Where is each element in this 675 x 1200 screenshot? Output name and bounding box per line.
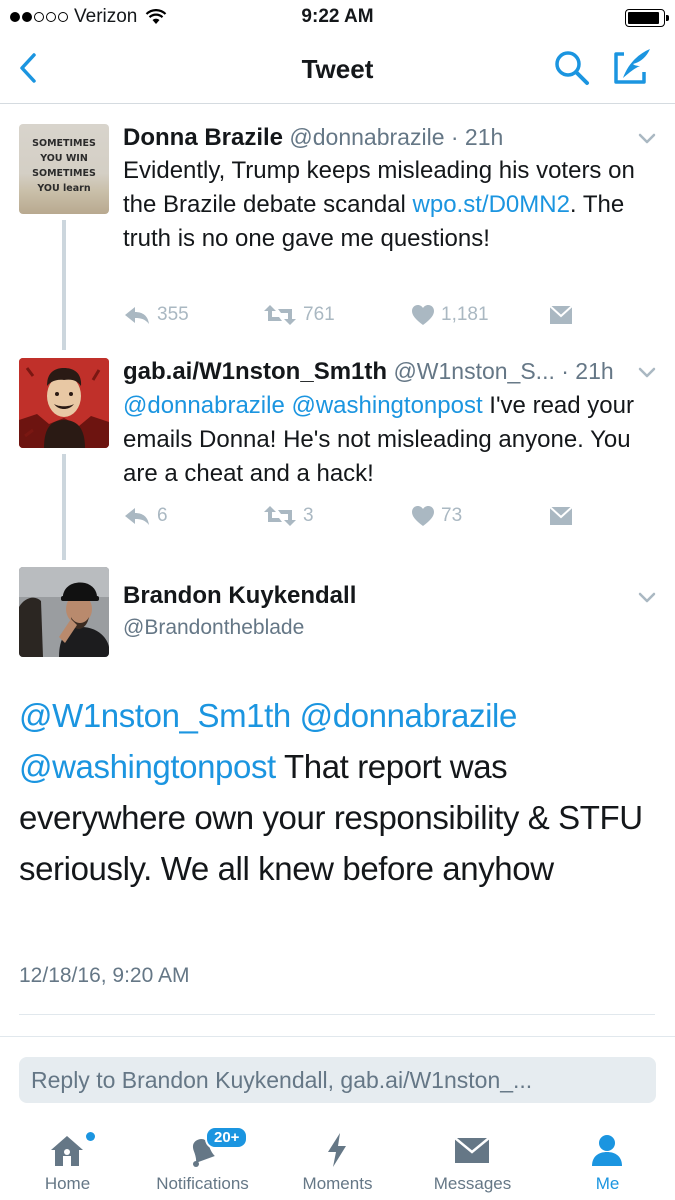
tab-bar: Home 20+ Notifications Moments Messages … (0, 1118, 675, 1200)
retweet-button[interactable]: 761 (263, 304, 335, 326)
thread-tweet[interactable]: gab.ai/W1nston_Sm1th @W1nston_S... · 21h… (0, 358, 675, 560)
tweet-text: @donnabrazile @washingtonpost I've read … (123, 389, 643, 491)
tab-notifications[interactable]: 20+ Notifications (135, 1118, 270, 1200)
tweet-text: Evidently, Trump keeps misleading his vo… (123, 154, 643, 256)
reply-button[interactable]: 6 (123, 505, 168, 527)
thread-connector (62, 454, 66, 560)
divider (19, 1014, 655, 1015)
chevron-down-icon[interactable] (637, 366, 657, 380)
chevron-down-icon[interactable] (637, 591, 657, 605)
tweet-link[interactable]: wpo.st/D0MN2 (413, 191, 570, 218)
heart-icon (412, 305, 434, 325)
person-icon (592, 1135, 622, 1166)
avatar-text: SOMETIMES (32, 168, 96, 179)
heart-icon (412, 506, 434, 526)
reply-input[interactable]: Reply to Brandon Kuykendall, gab.ai/W1ns… (19, 1057, 656, 1103)
author-handle[interactable]: @donnabrazile (289, 124, 444, 150)
envelope-icon (549, 506, 573, 525)
status-time: 9:22 AM (301, 6, 374, 27)
search-icon[interactable] (552, 48, 592, 88)
thread-connector (62, 220, 66, 350)
avatar-text: SOMETIMES (32, 138, 96, 149)
tab-messages[interactable]: Messages (405, 1118, 540, 1200)
tweet-time: · 21h (450, 124, 504, 150)
home-icon (51, 1136, 83, 1166)
envelope-icon (454, 1137, 490, 1163)
reply-button[interactable]: 355 (123, 304, 189, 326)
mention-link[interactable]: @washingtonpost (291, 392, 482, 419)
retweet-icon (264, 305, 296, 325)
battery-icon (625, 9, 669, 27)
author-name[interactable]: Donna Brazile (123, 124, 283, 151)
mention-link[interactable]: @donnabrazile (300, 697, 518, 734)
mention-link[interactable]: @W1nston_Sm1th (19, 697, 291, 734)
avatar[interactable]: SOMETIMES YOU WIN SOMETIMES YOU learn (19, 124, 109, 214)
lightning-icon (328, 1133, 346, 1167)
tweet-header: Donna Brazile @donnabrazile · 21h (123, 124, 503, 152)
reply-icon (125, 508, 149, 525)
avatar[interactable] (19, 567, 109, 657)
envelope-icon (549, 305, 573, 324)
retweet-count: 761 (303, 304, 335, 325)
author-handle[interactable]: @W1nston_S... (393, 358, 554, 384)
like-button[interactable]: 73 (411, 505, 462, 527)
like-count: 73 (441, 505, 463, 526)
like-button[interactable]: 1,181 (411, 304, 489, 326)
tab-label: Moments (302, 1174, 373, 1193)
mention-link[interactable]: @washingtonpost (19, 748, 276, 785)
reply-count: 355 (157, 304, 189, 325)
tab-moments[interactable]: Moments (270, 1118, 405, 1200)
mention-link[interactable]: @donnabrazile (123, 392, 285, 419)
unread-dot (86, 1132, 95, 1141)
tab-me[interactable]: Me (540, 1118, 675, 1200)
direct-message-button[interactable] (549, 505, 579, 527)
author-name[interactable]: gab.ai/W1nston_Sm1th (123, 358, 387, 385)
avatar-text: YOU WIN (40, 153, 88, 164)
tab-label: Notifications (156, 1174, 249, 1193)
notification-badge: 20+ (205, 1126, 249, 1149)
compose-icon[interactable] (610, 46, 656, 88)
tab-label: Me (595, 1174, 620, 1193)
like-count: 1,181 (441, 304, 489, 325)
chevron-down-icon[interactable] (637, 132, 657, 146)
portrait-illustration (19, 358, 109, 448)
author-handle[interactable]: @Brandontheblade (123, 616, 304, 640)
nav-bar: Tweet (0, 34, 675, 104)
retweet-button[interactable]: 3 (263, 505, 314, 527)
profile-photo (19, 567, 109, 657)
tab-label: Home (44, 1174, 91, 1193)
tweet-header: gab.ai/W1nston_Sm1th @W1nston_S... · 21h (123, 358, 614, 386)
retweet-icon (264, 506, 296, 526)
avatar[interactable] (19, 358, 109, 448)
tweet-timestamp: 12/18/16, 9:20 AM (19, 964, 190, 987)
tweet-actions: 6 3 73 (123, 505, 583, 535)
author-name[interactable]: Brandon Kuykendall (123, 582, 356, 610)
direct-message-button[interactable] (549, 304, 579, 326)
status-bar: Verizon 9:22 AM (0, 0, 675, 34)
tab-label: Messages (433, 1174, 512, 1193)
tweet-time: · 21h (561, 358, 614, 384)
reply-count: 6 (157, 505, 168, 526)
retweet-count: 3 (303, 505, 314, 526)
tab-home[interactable]: Home (0, 1118, 135, 1200)
main-tweet-text: @W1nston_Sm1th @donnabrazile @washington… (19, 690, 649, 894)
avatar-text: YOU learn (37, 183, 91, 194)
divider (0, 1036, 675, 1037)
tweet-actions: 355 761 1,181 (123, 304, 583, 334)
thread-tweet[interactable]: SOMETIMES YOU WIN SOMETIMES YOU learn Do… (0, 124, 675, 350)
reply-icon (125, 307, 149, 324)
